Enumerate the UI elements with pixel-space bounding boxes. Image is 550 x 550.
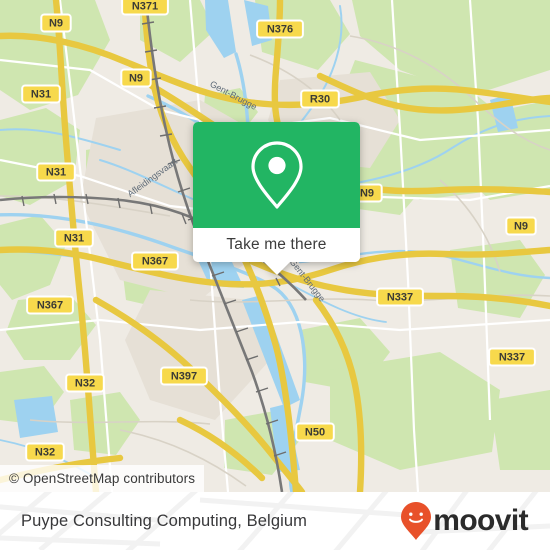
moovit-pin-icon [401, 502, 432, 540]
road-shield: N367 [26, 295, 74, 315]
road-shield-label: N367 [142, 255, 168, 267]
callout-action-bar[interactable]: Take me there [193, 228, 360, 262]
road-shield: N367 [131, 251, 179, 271]
road-shield-label: N31 [46, 166, 66, 178]
road-shield: N32 [65, 373, 105, 393]
road-shield-label: N337 [499, 351, 525, 363]
attribution-text: © OpenStreetMap contributors [9, 471, 196, 486]
road-shield-label: N9 [360, 187, 374, 199]
road-shield: N31 [21, 84, 61, 104]
road-shield-label: N371 [132, 0, 158, 12]
callout-tail [263, 262, 290, 275]
road-shield-label: N9 [129, 72, 143, 84]
road-shield: N397 [160, 366, 208, 386]
road-shield: N376 [256, 19, 304, 39]
road-shield: N31 [36, 162, 76, 182]
location-title: Puype Consulting Computing, Belgium [21, 511, 307, 530]
take-me-there-callout[interactable]: Take me there [193, 122, 360, 275]
road-shield-label: N31 [31, 88, 51, 100]
road-shield-label: R30 [310, 93, 330, 105]
road-shield-label: N9 [514, 220, 528, 232]
road-shield: N9 [40, 13, 72, 33]
moovit-map-page: Afleidingsvaart Gent-Brugge Gent-Brugge N9… [0, 0, 550, 550]
road-shield-label: N337 [387, 291, 413, 303]
road-shield: N9 [120, 68, 152, 88]
road-shield-label: N32 [75, 377, 95, 389]
osm-attribution: © OpenStreetMap contributors [0, 465, 205, 492]
road-shield: N9 [505, 216, 537, 236]
road-shield: N31 [54, 228, 94, 248]
road-shield-label: N367 [37, 299, 63, 311]
road-shield: N337 [376, 287, 424, 307]
road-shield: N371 [121, 0, 169, 16]
moovit-wordmark: moovit [433, 504, 528, 537]
road-shield: N337 [488, 347, 536, 367]
road-shield: R30 [300, 89, 340, 109]
page-footer: Puype Consulting Computing, Belgium moov… [0, 492, 550, 550]
moovit-logo[interactable]: moovit [400, 501, 529, 541]
road-shield-label: N397 [171, 370, 197, 382]
map-pin-icon [250, 141, 303, 209]
road-shield-label: N32 [35, 446, 55, 458]
road-shield: N32 [25, 442, 65, 462]
road-shield-label: N376 [267, 23, 293, 35]
road-shield: N50 [295, 422, 335, 442]
callout-pin-panel [193, 122, 360, 228]
road-shield-label: N9 [49, 17, 63, 29]
callout-body: Take me there [193, 122, 360, 262]
road-shield-label: N50 [305, 426, 325, 438]
road-shield-label: N31 [64, 232, 84, 244]
take-me-there-label: Take me there [226, 236, 327, 253]
